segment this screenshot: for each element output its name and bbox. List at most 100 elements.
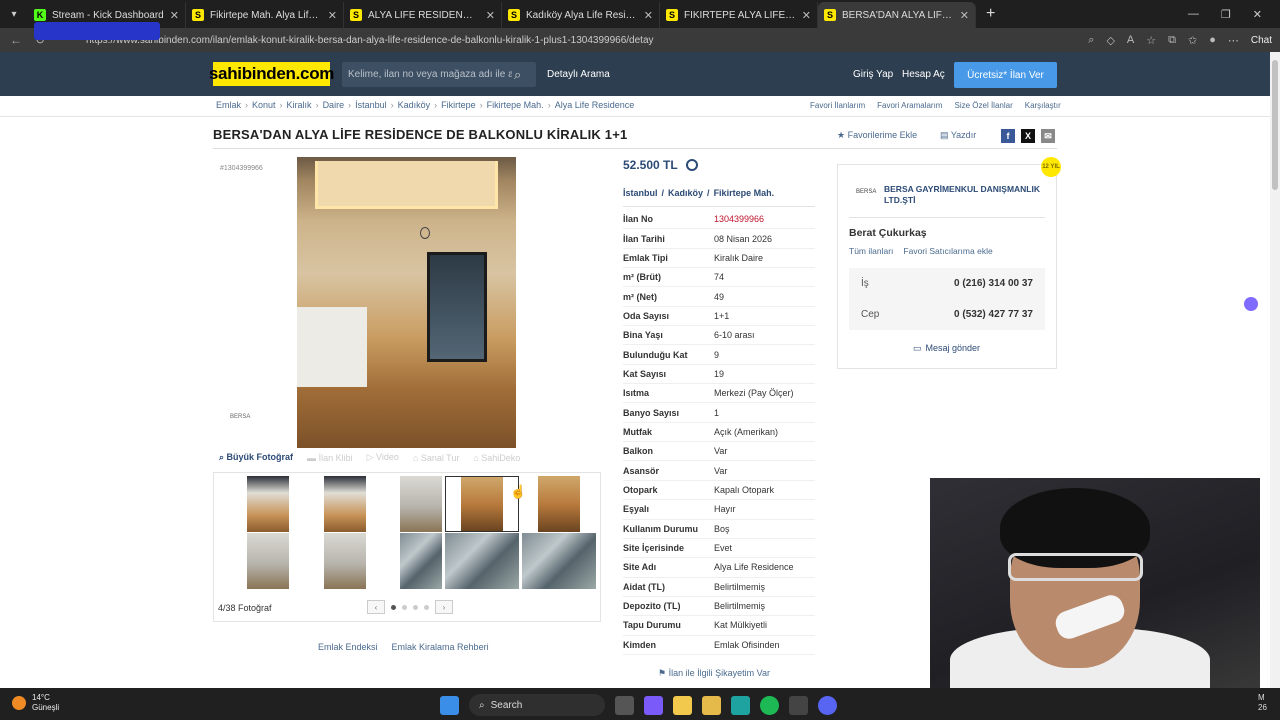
login-link[interactable]: Giriş Yap (853, 69, 893, 80)
big-photo-label: Büyük Fotoğraf (226, 452, 294, 462)
edge-icon[interactable] (731, 695, 750, 715)
favorites-icon[interactable]: ✩ (1188, 34, 1197, 47)
spotify-icon[interactable] (760, 695, 779, 715)
favorite-seller-link[interactable]: Favori Satıcılarıma ekle (903, 246, 992, 256)
start-icon[interactable] (440, 695, 459, 715)
video-tab[interactable]: ▷ Video (367, 452, 399, 463)
mail-icon[interactable]: ✉ (1041, 129, 1055, 143)
browser-tab[interactable]: S Fikirtepe Mah. Alya Life Residence ✕ (186, 2, 344, 28)
profile-icon[interactable]: ● (1209, 34, 1216, 46)
location-district-link[interactable]: Kadıköy (668, 188, 703, 198)
breadcrumb-item[interactable]: Emlak (216, 100, 241, 110)
browser-tab[interactable]: S Kadıköy Alya Life Residence Ferah ✕ (502, 2, 660, 28)
back-icon[interactable]: ← (8, 33, 24, 47)
real-estate-index-link[interactable]: Emlak Endeksi (318, 642, 378, 652)
browser-tab-active[interactable]: S BERSA'DAN ALYA LİFE RESİDENCE ✕ (818, 2, 976, 28)
taskbar-search[interactable]: ⌕ Search (469, 694, 605, 716)
file-explorer-icon[interactable] (702, 695, 721, 715)
breadcrumb-item[interactable]: Konut (252, 100, 276, 110)
browser-tab[interactable]: S FİKİRTEPE ALYA LİFE SİTESİNDE, GE ✕ (660, 2, 818, 28)
special-listings-link[interactable]: Size Özel İlanlar (954, 101, 1012, 110)
phone-number[interactable]: 0 (532) 427 77 37 (954, 309, 1033, 320)
seller-company-link[interactable]: BERSA GAYRİMENKUL DANIŞMANLIK LTD.ŞTİ (884, 184, 1049, 206)
rental-guide-link[interactable]: Emlak Kiralama Rehberi (392, 642, 489, 652)
copilot-icon[interactable] (644, 695, 663, 715)
all-ads-link[interactable]: Tüm ilanları (849, 246, 893, 256)
extensions-icon[interactable]: ⧉ (1168, 34, 1176, 47)
price-history-icon[interactable] (685, 159, 698, 171)
send-message-link[interactable]: ▭ Mesaj gönder (913, 343, 980, 354)
task-view-icon[interactable] (615, 695, 634, 715)
new-tab-icon[interactable]: + (976, 5, 1005, 23)
search-icon[interactable]: ⌕ (514, 67, 521, 83)
close-icon[interactable]: ✕ (644, 9, 653, 22)
close-icon[interactable]: ✕ (170, 9, 179, 22)
listing-clip-tab[interactable]: ▬ İlan Klibi (307, 453, 353, 463)
more-menu-icon[interactable]: ⋯ (1228, 34, 1239, 47)
breadcrumb-item[interactable]: Daire (323, 100, 345, 110)
favorite-searches-link[interactable]: Favori Aramalarım (877, 101, 942, 110)
favorite-listings-link[interactable]: Favori İlanlarım (810, 101, 865, 110)
sahideko-tab[interactable]: ⌂ SahiDeko (473, 453, 520, 463)
zoom-icon[interactable]: ⌕ (1088, 34, 1094, 47)
thumbnail[interactable] (231, 533, 305, 589)
seller-logo[interactable]: BERSA (856, 189, 876, 199)
scrollbar-thumb[interactable] (1272, 60, 1278, 190)
thumbnail[interactable] (522, 533, 596, 589)
close-window-icon[interactable]: ✕ (1253, 8, 1262, 21)
print-link[interactable]: ▤ Yazdır (940, 130, 976, 141)
url-field[interactable]: https://www.sahibinden.com/ilan/emlak-ko… (86, 35, 654, 46)
report-listing-link[interactable]: ⚑ İlan ile İlgili Şikayetim Var (658, 668, 770, 679)
thumbnail[interactable] (231, 476, 305, 532)
close-icon[interactable]: ✕ (802, 9, 811, 22)
site-logo[interactable]: sahibinden.com (209, 62, 334, 86)
pager-dot[interactable] (413, 604, 418, 610)
pager-dot[interactable] (424, 604, 429, 610)
breadcrumb-item[interactable]: Alya Life Residence (555, 100, 635, 110)
close-icon[interactable]: ✕ (328, 9, 337, 22)
compare-link[interactable]: Karşılaştır (1025, 101, 1061, 110)
location-city-link[interactable]: İstanbul (623, 188, 658, 198)
browser-tab[interactable]: S ALYA LİFE RESİDENCE DE 3 METRE ✕ (344, 2, 502, 28)
phone-number[interactable]: 0 (216) 314 00 37 (954, 278, 1033, 289)
breadcrumb-item[interactable]: İstanbul (355, 100, 387, 110)
read-aloud-icon[interactable]: A (1127, 34, 1134, 46)
virtual-tour-tab[interactable]: ⌂ Sanal Tur (413, 453, 459, 463)
assistant-side-icon[interactable] (1244, 297, 1258, 311)
search-input[interactable] (342, 69, 512, 80)
app-icon[interactable] (789, 695, 808, 715)
register-link[interactable]: Hesap Aç (902, 69, 945, 80)
thumbnail[interactable] (308, 476, 382, 532)
main-photo[interactable] (297, 157, 516, 448)
big-photo-tab[interactable]: ⌕ Büyük Fotoğraf (219, 452, 293, 463)
breadcrumb-item[interactable]: Fikirtepe (441, 100, 476, 110)
breadcrumb-item[interactable]: Kadıköy (398, 100, 431, 110)
breadcrumb-item[interactable]: Kiralık (287, 100, 312, 110)
minimize-icon[interactable]: — (1188, 8, 1199, 21)
favorite-star-icon[interactable]: ☆ (1146, 34, 1156, 47)
copilot-chat-button[interactable]: Chat (1251, 35, 1272, 46)
weather-widget[interactable]: 14°C Güneşli (12, 693, 59, 713)
prev-page-icon[interactable]: ‹ (367, 600, 385, 614)
thumbnail[interactable] (308, 533, 382, 589)
advanced-search-link[interactable]: Detaylı Arama (547, 69, 610, 80)
pager-dot-active[interactable] (391, 604, 396, 610)
pager-dot[interactable] (402, 604, 407, 610)
thumbnail[interactable] (445, 533, 519, 589)
add-favorite-link[interactable]: ★ Favorilerime Ekle (837, 130, 917, 141)
close-icon[interactable]: ✕ (960, 9, 969, 22)
restore-icon[interactable]: ❐ (1221, 8, 1231, 21)
tab-actions-icon[interactable]: ▾ (0, 0, 28, 28)
facebook-icon[interactable]: f (1001, 129, 1015, 143)
store-icon[interactable] (673, 695, 692, 715)
thumbnail[interactable] (522, 476, 596, 532)
thumbnail-selected[interactable] (445, 476, 519, 532)
breadcrumb-item[interactable]: Fikirtepe Mah. (487, 100, 544, 110)
x-twitter-icon[interactable]: X (1021, 129, 1035, 143)
next-page-icon[interactable]: › (435, 600, 453, 614)
discord-icon[interactable] (818, 695, 837, 715)
close-icon[interactable]: ✕ (486, 9, 495, 22)
post-ad-button[interactable]: Ücretsiz* İlan Ver (954, 62, 1057, 88)
extension-icon[interactable]: ◇ (1106, 34, 1114, 47)
location-neighborhood-link[interactable]: Fikirtepe Mah. (714, 188, 775, 198)
